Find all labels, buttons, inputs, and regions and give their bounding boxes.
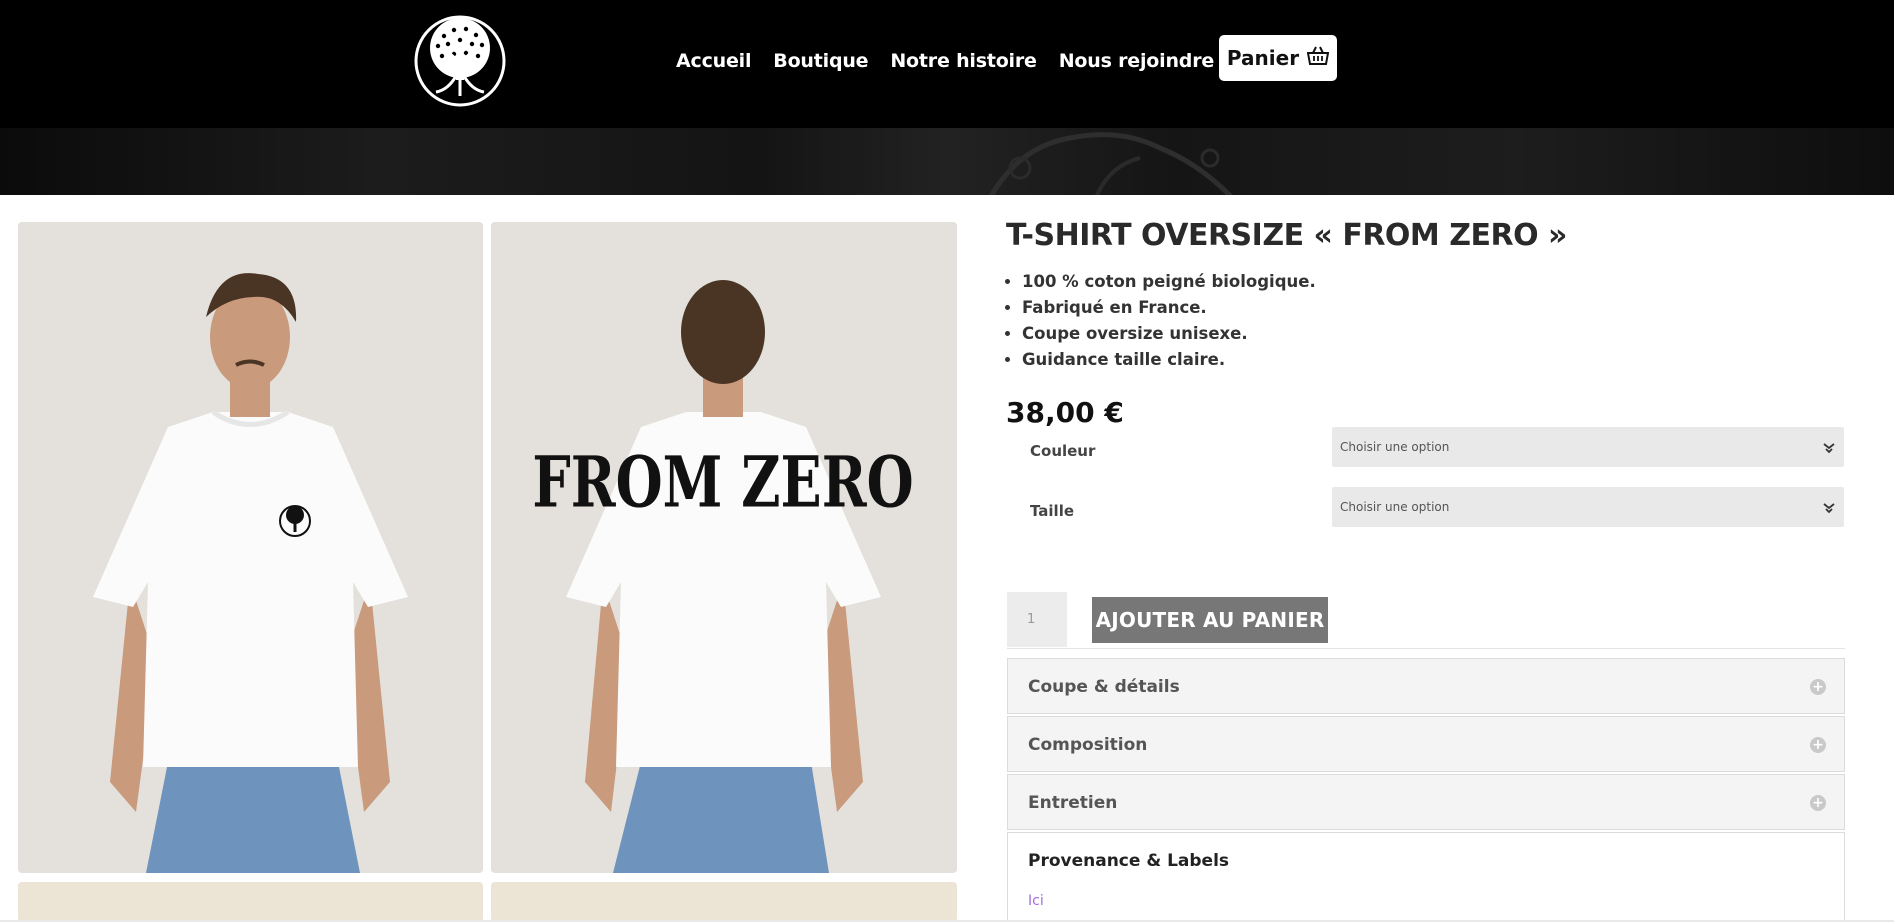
tree-logo-icon[interactable]: [414, 14, 506, 108]
product-image-3[interactable]: [18, 882, 483, 922]
accordion-coupe-details[interactable]: Coupe & détails +: [1007, 658, 1845, 714]
color-select[interactable]: Choisir une option: [1332, 427, 1844, 467]
feature-item: Coupe oversize unisexe.: [1022, 321, 1316, 347]
provenance-link[interactable]: Ici: [1028, 893, 1044, 909]
product-price: 38,00 €: [1006, 396, 1124, 429]
size-select[interactable]: Choisir une option: [1332, 487, 1844, 527]
plus-circle-icon: +: [1810, 679, 1826, 695]
accordion-composition[interactable]: Composition +: [1007, 716, 1845, 772]
accordion-title: Composition: [1028, 735, 1148, 755]
plus-circle-icon: +: [1810, 737, 1826, 753]
color-label: Couleur: [1030, 442, 1096, 460]
front-shirt-photo: [18, 222, 483, 873]
cart-button[interactable]: Panier: [1219, 35, 1337, 81]
accordion-title: Coupe & détails: [1028, 677, 1180, 697]
main-nav: Accueil Boutique Notre histoire Nous rej…: [676, 50, 1214, 72]
divider: [1007, 648, 1845, 649]
add-to-cart-button[interactable]: AJOUTER AU PANIER: [1092, 597, 1328, 643]
product-title: T-SHIRT OVERSIZE « FROM ZERO »: [1006, 218, 1567, 253]
accordion-title: Entretien: [1028, 793, 1118, 813]
nav-nous-rejoindre[interactable]: Nous rejoindre: [1059, 50, 1215, 72]
accordion-provenance-labels[interactable]: Provenance & Labels Ici: [1007, 832, 1845, 922]
size-label: Taille: [1030, 502, 1075, 520]
back-print-text: FROM ZERO: [532, 441, 913, 524]
basket-icon: [1306, 46, 1330, 71]
size-select-value: Choisir une option: [1340, 500, 1450, 514]
banner-tree-decoration: [988, 132, 1233, 195]
page-banner: [0, 128, 1894, 195]
nav-boutique[interactable]: Boutique: [773, 50, 868, 72]
plus-circle-icon: +: [1810, 795, 1826, 811]
feature-item: Fabriqué en France.: [1022, 295, 1316, 321]
site-header: Accueil Boutique Notre histoire Nous rej…: [0, 0, 1894, 128]
accordion-title: Provenance & Labels: [1028, 851, 1230, 871]
chevron-down-icon: [1822, 440, 1836, 454]
product-image-back[interactable]: FROM ZERO: [491, 222, 957, 873]
quantity-input[interactable]: 1: [1007, 592, 1067, 647]
nav-notre-histoire[interactable]: Notre histoire: [890, 50, 1037, 72]
product-image-4[interactable]: [491, 882, 957, 922]
accordion-entretien[interactable]: Entretien +: [1007, 774, 1845, 830]
feature-item: Guidance taille claire.: [1022, 347, 1316, 373]
feature-item: 100 % coton peigné biologique.: [1022, 269, 1316, 295]
product-image-front[interactable]: [18, 222, 483, 873]
cart-label: Panier: [1226, 46, 1300, 70]
back-shirt-photo: FROM ZERO: [491, 222, 957, 873]
nav-accueil[interactable]: Accueil: [676, 50, 751, 72]
chevron-down-icon: [1822, 500, 1836, 514]
product-features-list: 100 % coton peigné biologique. Fabriqué …: [1022, 269, 1316, 373]
color-select-value: Choisir une option: [1340, 440, 1450, 454]
